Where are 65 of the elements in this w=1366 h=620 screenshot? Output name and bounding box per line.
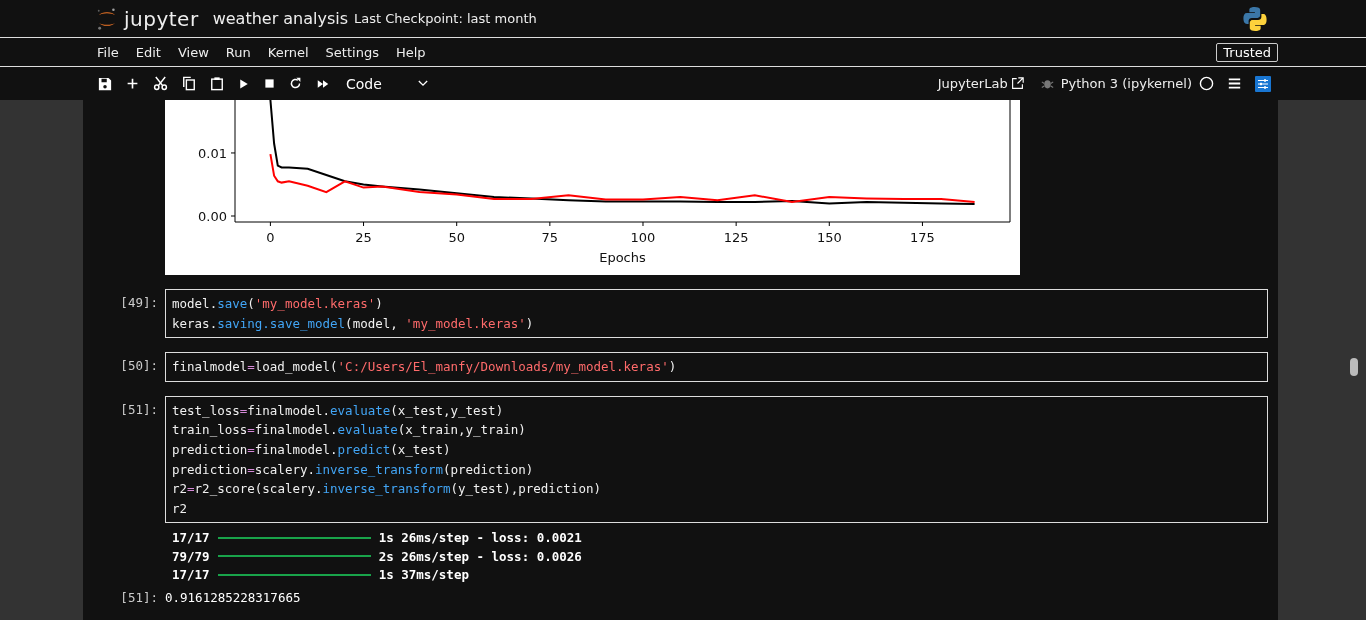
code-editor[interactable]: finalmodel=load_model('C:/Users/El_manfy/Downloads/my_model.keras')	[165, 352, 1268, 382]
menu-item[interactable]: Settings	[325, 44, 379, 60]
cell-type-dropdown[interactable]: Code	[346, 75, 428, 92]
y-tick-label: 0.00	[198, 209, 227, 224]
output-value: 0.9161285228317665	[165, 589, 301, 605]
menu-icon[interactable]	[1228, 77, 1241, 90]
menu-item[interactable]: File	[97, 44, 119, 60]
save-icon[interactable]	[98, 76, 112, 91]
code-line: train_loss=finalmodel.evaluate(x_train,y_train)	[172, 421, 527, 440]
x-tick-label: 25	[355, 230, 372, 245]
menu-item[interactable]: Run	[225, 44, 251, 60]
x-tick-label: 175	[910, 230, 935, 245]
x-tick-label: 125	[723, 230, 749, 245]
restart-icon[interactable]	[289, 77, 302, 90]
cell-prompt: [50]:	[119, 357, 159, 374]
plus-icon[interactable]	[126, 77, 139, 90]
step-count: 17/17	[172, 567, 210, 583]
step-info: 1s 26ms/step - loss: 0.0021	[378, 530, 582, 546]
copy-icon[interactable]	[182, 76, 196, 91]
code-line: prediction=scalery.inverse_transform(prediction)	[172, 460, 535, 479]
kernel-name[interactable]: Python 3 (ipykernel)	[1060, 76, 1192, 91]
y-tick-label: 0.01	[198, 145, 227, 161]
code-line: r2	[172, 499, 189, 518]
python-logo-icon	[1242, 5, 1268, 32]
stop-icon[interactable]	[264, 78, 275, 89]
code-line: r2=r2_score(scalery.inverse_transform(y_test),prediction)	[172, 480, 602, 499]
cell-prompt: [49]:	[119, 294, 159, 310]
notebook-title[interactable]: weather analysis	[212, 9, 349, 28]
x-axis-label: Epochs	[599, 250, 646, 265]
code-line: finalmodel=load_model('C:/Users/El_manfy/Downloads/my_model.keras')	[172, 358, 678, 377]
bug-icon[interactable]	[1040, 77, 1054, 90]
code-editor[interactable]: model.save('my_model.keras') keras.saving.save_model(model, 'my_model.keras')	[165, 289, 1268, 339]
step-count: 79/79	[172, 548, 210, 564]
code-line: test_loss=finalmodel.evaluate(x_test,y_test)	[172, 401, 505, 420]
kernel-status-circle-icon	[1199, 76, 1214, 91]
x-tick-label: 0	[266, 230, 275, 245]
code-editor[interactable]	[165, 395, 1268, 524]
settings-sliders-icon[interactable]	[1255, 75, 1271, 92]
menu-item[interactable]: Help	[395, 44, 426, 60]
jupyterlab-link[interactable]: JupyterLab	[937, 76, 1008, 91]
x-tick-label: 75	[541, 230, 559, 245]
trusted-badge[interactable]: Trusted	[1216, 42, 1278, 62]
scissors-icon[interactable]	[153, 76, 168, 91]
external-link-icon[interactable]	[1010, 77, 1024, 90]
jupyter-logo-icon	[96, 6, 118, 31]
run-icon[interactable]	[238, 77, 250, 90]
code-line: keras.saving.save_model(model, 'my_model.keras')	[172, 314, 535, 333]
step-count: 17/17	[172, 530, 210, 546]
x-tick-label: 50	[448, 230, 465, 245]
clipboard-icon[interactable]	[210, 76, 224, 91]
code-line: model.save('my_model.keras')	[172, 295, 384, 313]
checkpoint-text: Last Checkpoint: last month	[354, 11, 537, 26]
step-info: 1s 37ms/step	[378, 567, 469, 583]
x-tick-label: 150	[816, 230, 842, 245]
cell-prompt: [51]:	[119, 400, 159, 417]
app-name: jupyter	[124, 6, 199, 31]
output-prompt: [51]:	[119, 589, 159, 605]
scrollbar-thumb[interactable]	[1350, 358, 1358, 376]
menu-item[interactable]: Kernel	[267, 44, 309, 60]
code-line: prediction=finalmodel.predict(x_test)	[172, 440, 452, 459]
caret-icon	[418, 80, 428, 87]
menu-item[interactable]: Edit	[135, 44, 161, 60]
x-tick-label: 100	[630, 230, 656, 245]
step-info: 2s 26ms/step - loss: 0.0026	[378, 548, 582, 564]
menu-item[interactable]: View	[177, 44, 209, 60]
